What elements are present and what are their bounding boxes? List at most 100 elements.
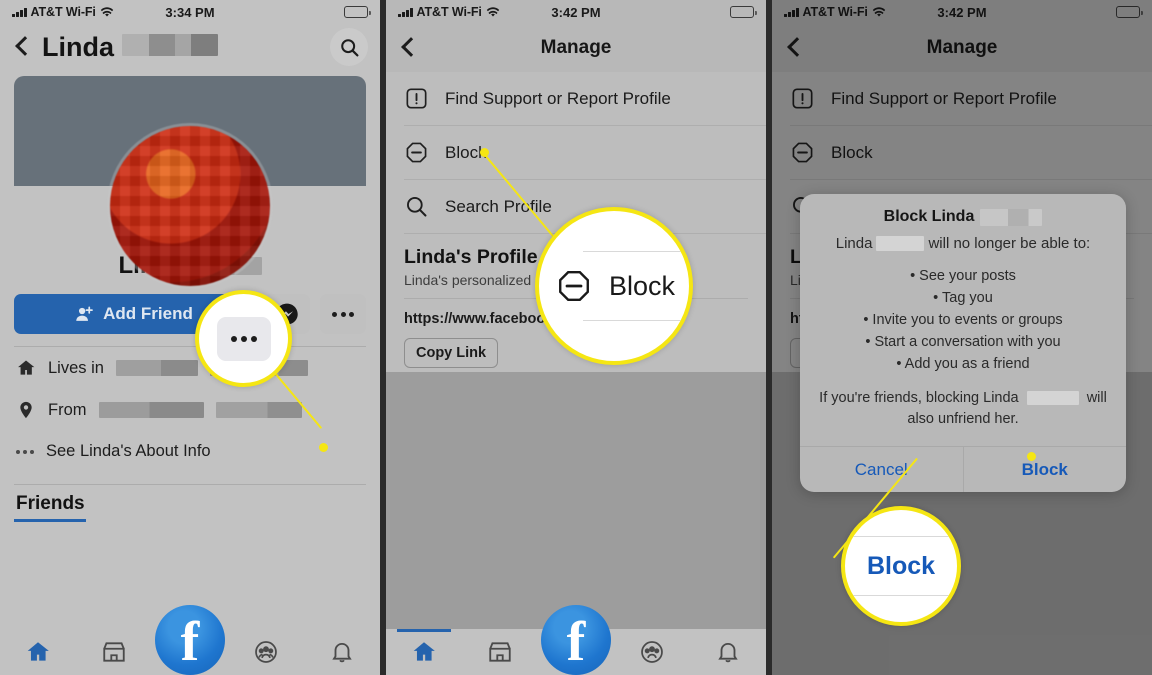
- battery-icon: [730, 6, 757, 18]
- friends-underline: [14, 519, 86, 522]
- signal-bars-icon: [398, 7, 413, 17]
- redacted-city: [115, 360, 198, 376]
- redacted-surname: [122, 33, 218, 56]
- wifi-icon: [486, 6, 500, 18]
- magnified-more-button[interactable]: [216, 316, 271, 361]
- info-label-from: From: [48, 400, 87, 419]
- exclamation-box-icon: [406, 88, 427, 109]
- tab-home[interactable]: [0, 629, 76, 675]
- active-tab-indicator: [396, 629, 451, 632]
- ellipsis-icon: [16, 449, 34, 454]
- callout-ellipsis-button: [195, 290, 292, 387]
- bell-icon: [332, 642, 352, 663]
- tab-home[interactable]: [386, 629, 462, 675]
- dialog-bullet: • Start a conversation with you: [865, 334, 1061, 351]
- friends-section-heading: Friends: [16, 493, 85, 514]
- row-find-support[interactable]: Find Support or Report Profile: [386, 72, 766, 125]
- facebook-f-glyph: f: [180, 611, 200, 673]
- facebook-f-glyph: f: [566, 611, 586, 673]
- copy-link-button[interactable]: Copy Link: [404, 338, 499, 368]
- search-icon: [407, 197, 427, 217]
- profile-name-title: Linda: [42, 31, 114, 62]
- dialog-buttons: Cancel Block: [800, 446, 1127, 493]
- dialog-bullet: • See your posts: [910, 268, 1016, 284]
- row-label-find-support: Find Support or Report Profile: [445, 88, 671, 108]
- phone-panel-block-dialog: AT&T Wi-Fi 3:42 PM Manage Find Support o…: [772, 0, 1152, 675]
- callout-anchor-dot: [1027, 452, 1036, 461]
- groups-icon: [641, 641, 663, 663]
- facebook-logo-icon[interactable]: f: [541, 605, 611, 675]
- callout-anchor-dot: [319, 443, 328, 452]
- redacted-name: [876, 236, 925, 251]
- dialog-footnote: If you're friends, blocking Linda will a…: [814, 388, 1112, 430]
- search-icon: [340, 38, 359, 57]
- dialog-bullet: • Invite you to events or groups: [863, 312, 1063, 329]
- callout-anchor-dot: [480, 148, 489, 157]
- page-title: Manage: [540, 37, 612, 58]
- page-title: Linda: [42, 32, 218, 63]
- manage-navbar: Manage: [386, 24, 766, 72]
- back-button[interactable]: [398, 37, 420, 59]
- dialog-bullet: • Tag you: [933, 290, 993, 307]
- tab-groups[interactable]: [614, 629, 690, 675]
- confirm-block-button[interactable]: Block: [964, 447, 1127, 492]
- info-row-lives-in[interactable]: Lives in: [0, 347, 380, 389]
- status-bar: AT&T Wi-Fi 3:34 PM: [0, 0, 380, 24]
- home-icon: [18, 360, 35, 375]
- info-label-about: See Linda's About Info: [46, 442, 211, 460]
- callout-block-row: Block: [535, 207, 693, 365]
- profile-navbar: Linda: [0, 24, 380, 70]
- info-row-from[interactable]: From: [0, 389, 380, 431]
- home-icon: [27, 642, 49, 661]
- back-button[interactable]: [12, 36, 34, 58]
- tab-marketplace[interactable]: [76, 629, 152, 675]
- location-pin-icon: [20, 401, 32, 419]
- status-bar-right: [730, 6, 757, 18]
- redacted-name: [1026, 391, 1079, 406]
- status-bar: AT&T Wi-Fi 3:42 PM: [386, 0, 766, 24]
- dialog-bullet-list: • See your posts • Tag you • Invite you …: [814, 265, 1112, 375]
- dialog-title: Block Linda: [814, 208, 1112, 226]
- marketplace-icon: [103, 642, 125, 662]
- avatar[interactable]: [110, 126, 270, 286]
- search-button[interactable]: [330, 28, 368, 66]
- signal-bars-icon: [12, 7, 27, 17]
- tab-notifications[interactable]: [690, 629, 766, 675]
- ellipsis-icon: [332, 311, 354, 317]
- dialog-body: Block Linda Linda will no longer be able…: [800, 194, 1126, 446]
- dialog-bullet: • Add you as a friend: [896, 356, 1030, 373]
- bell-icon: [718, 642, 738, 663]
- tab-notifications[interactable]: [304, 629, 380, 675]
- dialog-lead-suffix: will no longer be able to:: [928, 235, 1091, 252]
- bottom-tab-bar: f: [0, 605, 380, 675]
- magnified-block-label: Block: [609, 270, 676, 301]
- dialog-lead-prefix: Linda: [835, 235, 873, 252]
- home-icon: [413, 642, 435, 661]
- info-label-lives-in: Lives in: [48, 358, 104, 377]
- profile-action-buttons: Add Friend: [0, 280, 380, 334]
- add-friend-label: Add Friend: [103, 304, 193, 323]
- screenshot-stage: AT&T Wi-Fi 3:34 PM Linda Add Friend Live…: [0, 0, 1152, 675]
- tab-groups[interactable]: [228, 629, 304, 675]
- avatar-wrapper: [0, 126, 380, 286]
- battery-icon: [344, 6, 371, 18]
- dialog-title-text: Block Linda: [883, 208, 975, 225]
- cancel-button[interactable]: Cancel: [800, 447, 963, 492]
- magnified-block-label: Block: [866, 551, 936, 580]
- tab-marketplace[interactable]: [462, 629, 538, 675]
- bottom-tab-bar: f: [386, 605, 766, 675]
- status-bar-right: [344, 6, 371, 18]
- dialog-footnote-prefix: If you're friends, blocking Linda: [819, 390, 1019, 407]
- marketplace-icon: [489, 642, 511, 662]
- block-confirmation-dialog: Block Linda Linda will no longer be able…: [800, 194, 1127, 493]
- ellipsis-icon: [230, 335, 257, 342]
- dialog-lead: Linda will no longer be able to:: [814, 235, 1112, 252]
- row-block[interactable]: Block: [386, 126, 766, 179]
- redacted-name: [980, 208, 1043, 226]
- phone-panel-manage: AT&T Wi-Fi 3:42 PM Manage Find Support o…: [386, 0, 766, 675]
- phone-panel-profile: AT&T Wi-Fi 3:34 PM Linda Add Friend Live…: [0, 0, 380, 675]
- magnified-block-row[interactable]: Block: [539, 267, 689, 305]
- status-bar-left: AT&T Wi-Fi: [398, 5, 500, 19]
- facebook-logo-icon[interactable]: f: [155, 605, 225, 675]
- more-options-button[interactable]: [320, 294, 366, 334]
